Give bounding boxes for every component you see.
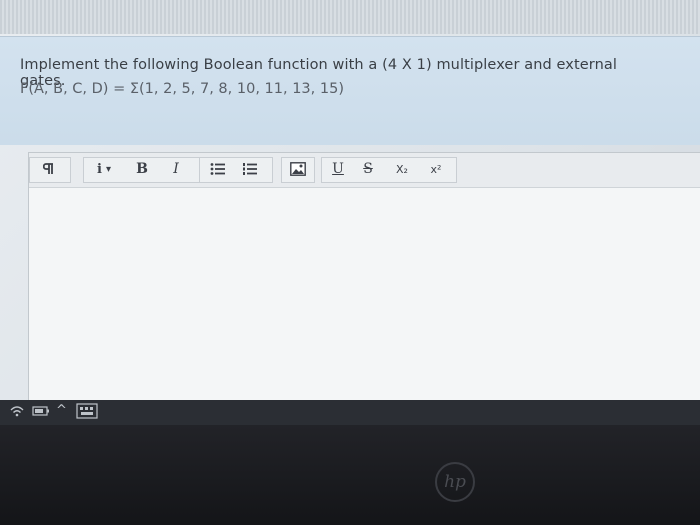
paragraph-format-button[interactable] [37, 158, 61, 180]
chevron-up-icon[interactable]: ^ [56, 403, 67, 418]
bullet-list-icon [210, 163, 225, 175]
subscript-button[interactable]: X₂ [387, 158, 417, 180]
editor-toolbar: i ▾ B I U S X₂ x² [29, 153, 700, 188]
bold-button[interactable]: B [129, 158, 155, 180]
battery-icon[interactable] [32, 405, 50, 420]
numbered-list-icon [243, 163, 257, 175]
insert-image-button[interactable] [285, 158, 311, 180]
answer-text-area[interactable] [29, 188, 700, 411]
info-label: i [97, 161, 102, 177]
underline-button[interactable]: U [325, 158, 351, 180]
chevron-down-icon: ▾ [105, 163, 111, 175]
image-icon [290, 162, 306, 176]
keyboard-icon[interactable] [76, 403, 98, 422]
hp-logo-icon: hp [435, 462, 475, 502]
answer-editor: i ▾ B I U S X₂ x² [28, 152, 700, 412]
paragraph-icon [43, 163, 53, 174]
superscript-button[interactable]: x² [421, 158, 451, 180]
wifi-icon[interactable] [10, 405, 24, 420]
screen: Implement the following Boolean function… [0, 0, 700, 425]
strikethrough-button[interactable]: S [355, 158, 381, 180]
question-formula: F(A, B, C, D) = Σ(1, 2, 5, 7, 8, 10, 11,… [20, 81, 344, 97]
italic-button[interactable]: I [163, 158, 189, 180]
question-panel: Implement the following Boolean function… [0, 36, 700, 145]
info-dropdown-button[interactable]: i ▾ [87, 158, 121, 180]
top-strip [0, 0, 700, 34]
taskbar: ^ [0, 400, 700, 425]
bullet-list-button[interactable] [205, 158, 231, 180]
laptop-bezel [0, 425, 700, 525]
numbered-list-button[interactable] [237, 158, 263, 180]
